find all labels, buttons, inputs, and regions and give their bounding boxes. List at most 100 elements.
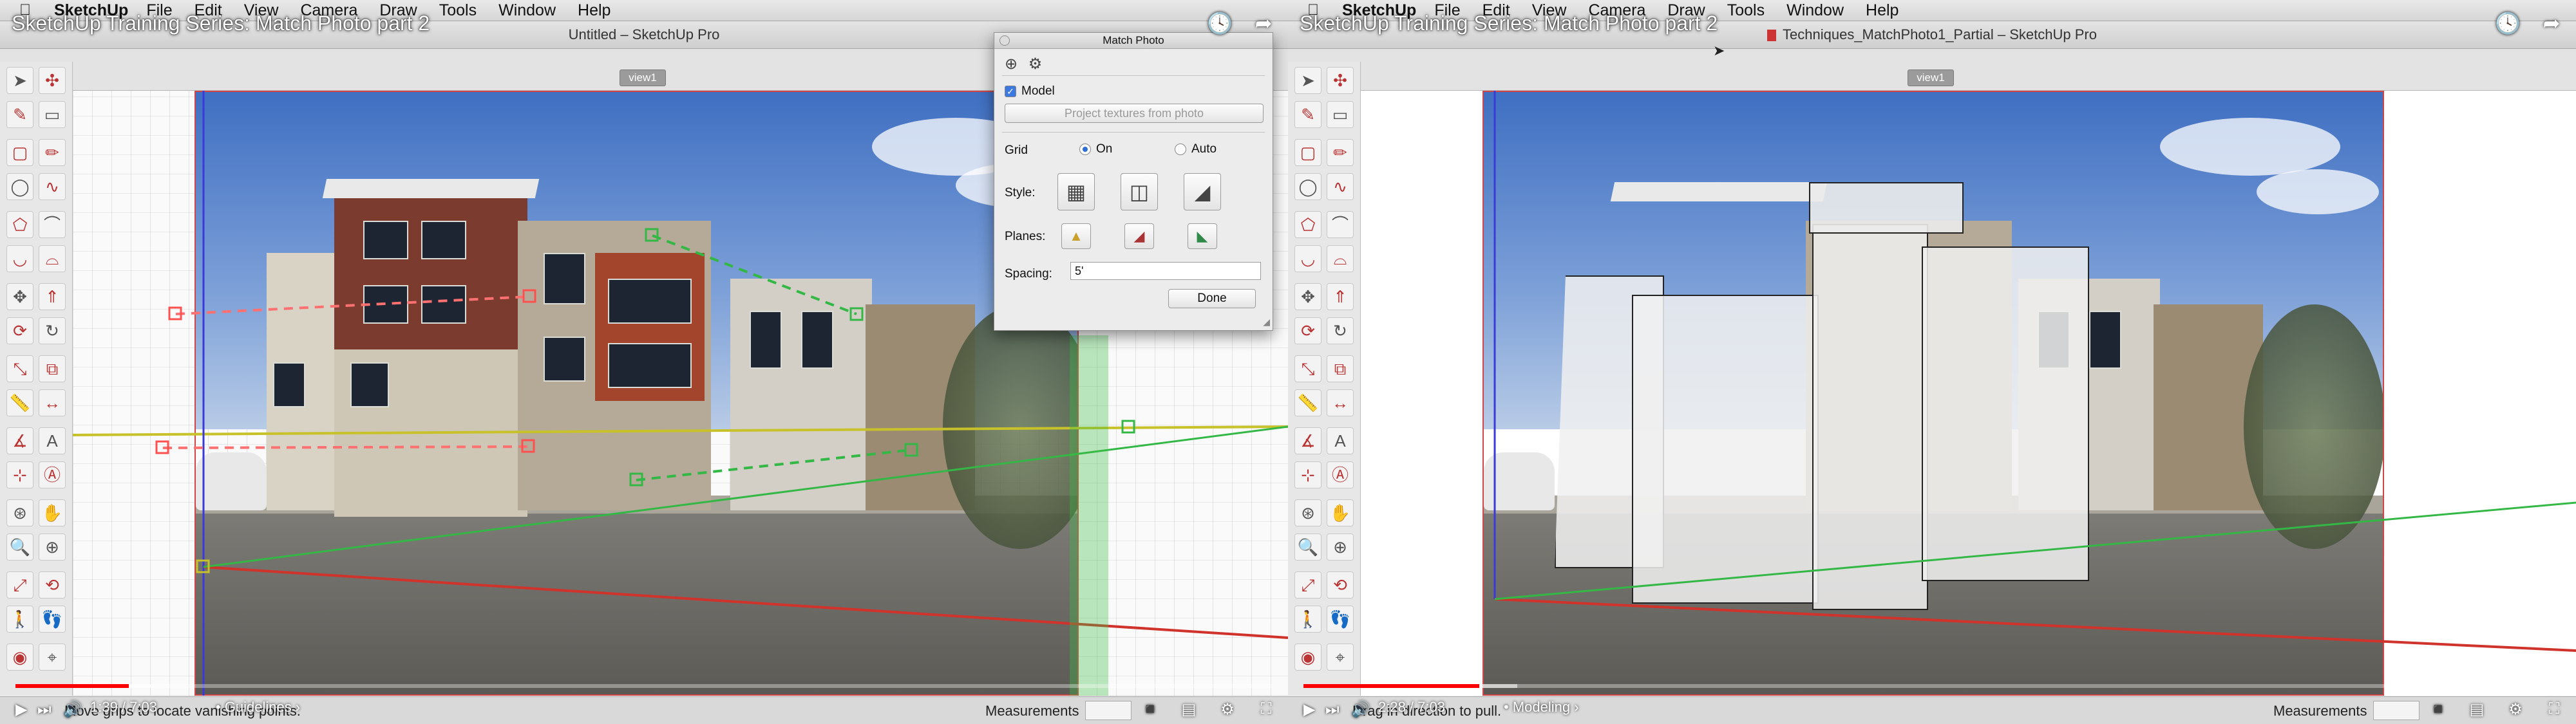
red-grip[interactable]	[522, 289, 536, 303]
captions-icon[interactable]: ▤	[1179, 700, 1199, 719]
push-pull-icon[interactable]: ⇑	[39, 283, 66, 310]
settings-icon[interactable]: ⚙	[1217, 700, 1238, 719]
walk-icon[interactable]: 🚶	[1294, 606, 1321, 633]
freehand-icon[interactable]: ∿	[1327, 173, 1354, 200]
look-around-icon[interactable]: ◉	[1294, 644, 1321, 671]
previous-icon[interactable]: ⟲	[1327, 571, 1354, 599]
spacing-input[interactable]: 5'	[1070, 262, 1261, 280]
video-progress-bar[interactable]	[1303, 684, 2561, 688]
eraser-icon[interactable]: ▭	[39, 101, 66, 128]
menu-tools[interactable]: Tools	[439, 1, 477, 20]
video-title[interactable]: SketchUp Training Series: Match Photo pa…	[1300, 12, 1718, 35]
scene-tab-view1[interactable]: view1	[1908, 70, 1954, 86]
look-around-icon[interactable]: ◉	[6, 644, 33, 671]
next-icon[interactable]: ⏭	[37, 698, 52, 721]
rotate-icon[interactable]: ⟳	[6, 317, 33, 344]
previous-icon[interactable]: ⟲	[39, 571, 66, 599]
zoom-icon[interactable]: 🔍	[6, 534, 33, 561]
footprint-icon[interactable]: 👣	[39, 606, 66, 633]
rectangle-icon[interactable]: ▢	[6, 139, 33, 166]
move-icon[interactable]: ✥	[6, 283, 33, 310]
add-photo-icon[interactable]: ⊕	[1005, 55, 1018, 73]
select-arrow-icon[interactable]: ➤	[6, 67, 33, 94]
circle-icon[interactable]: ◯	[1294, 173, 1321, 200]
model-checkbox[interactable]: ✓	[1005, 85, 1016, 97]
pencil-icon[interactable]: ✏	[1327, 139, 1354, 166]
video-chapter[interactable]: • Modeling ›	[1504, 699, 1579, 716]
push-pull-icon[interactable]: ⇑	[1327, 283, 1354, 310]
play-icon[interactable]: ▶	[1303, 698, 1315, 721]
menu-window[interactable]: Window	[498, 1, 556, 20]
zoom-extents-icon[interactable]: ⤢	[6, 571, 33, 599]
fullscreen-icon[interactable]: ⛶	[2544, 700, 2564, 719]
orbit-icon[interactable]: ⊛	[1294, 499, 1321, 526]
freehand-icon[interactable]: ∿	[39, 173, 66, 200]
paint-bucket-icon[interactable]: ✣	[1327, 67, 1354, 94]
pan-icon[interactable]: ✋	[39, 499, 66, 526]
move-icon[interactable]: ✥	[1294, 283, 1321, 310]
dimension-icon[interactable]: ↔	[39, 389, 66, 416]
captions-icon[interactable]: ▤	[2467, 700, 2487, 719]
arc2-icon[interactable]: ⌓	[39, 245, 66, 272]
video-title[interactable]: SketchUp Training Series: Match Photo pa…	[12, 12, 430, 35]
video-chapter[interactable]: • Guidelines ›	[216, 699, 300, 716]
dialog-close-icon[interactable]	[999, 35, 1010, 46]
shape-icon[interactable]: ◡	[1294, 245, 1321, 272]
autoplay-toggle-icon[interactable]: ◾	[2428, 700, 2448, 719]
paint-bucket-icon[interactable]: ✣	[39, 67, 66, 94]
rectangle-icon[interactable]: ▢	[1294, 139, 1321, 166]
arc-icon[interactable]: ⌒	[39, 211, 66, 238]
select-arrow-icon[interactable]: ➤	[1294, 67, 1321, 94]
axes-icon[interactable]: ⊹	[6, 461, 33, 488]
polygon-icon[interactable]: ⬠	[1294, 211, 1321, 238]
follow-me-icon[interactable]: ↻	[1327, 317, 1354, 344]
green-grip[interactable]	[645, 228, 659, 242]
plane-ground-button[interactable]: ▲	[1061, 223, 1091, 249]
pencil-icon[interactable]: ✏	[39, 139, 66, 166]
section-plane-icon[interactable]: ⌖	[39, 644, 66, 671]
zoom-extents-icon[interactable]: ⤢	[1294, 571, 1321, 599]
offset-icon[interactable]: ⧉	[1327, 355, 1354, 382]
zoom-window-icon[interactable]: ⊕	[1327, 534, 1354, 561]
axes-icon[interactable]: ⊹	[1294, 461, 1321, 488]
project-textures-button[interactable]: Project textures from photo	[1005, 104, 1264, 123]
pan-icon[interactable]: ✋	[1327, 499, 1354, 526]
arc-icon[interactable]: ⌒	[1327, 211, 1354, 238]
watch-later-icon[interactable]: 🕓	[2495, 12, 2521, 35]
fullscreen-icon[interactable]: ⛶	[1256, 700, 1276, 719]
offset-icon[interactable]: ⧉	[39, 355, 66, 382]
walk-icon[interactable]: 🚶	[6, 606, 33, 633]
menu-tools[interactable]: Tools	[1727, 1, 1765, 20]
footprint-icon[interactable]: 👣	[1327, 606, 1354, 633]
settings-icon[interactable]: ⚙	[2505, 700, 2526, 719]
watch-later-icon[interactable]: 🕓	[1207, 12, 1233, 35]
menu-help[interactable]: Help	[1866, 1, 1899, 20]
video-progress-bar[interactable]	[15, 684, 1273, 688]
share-icon[interactable]: ➦	[1252, 12, 1275, 35]
paint-icon[interactable]: ✎	[1294, 101, 1321, 128]
grid-auto-radio[interactable]	[1175, 143, 1186, 155]
grid-style-box-button[interactable]: ◫	[1121, 173, 1158, 210]
3d-text-icon[interactable]: Ⓐ	[1327, 461, 1354, 488]
protractor-icon[interactable]: ∡	[6, 427, 33, 454]
grid-style-wireframe-button[interactable]: ▦	[1057, 173, 1095, 210]
zoom-window-icon[interactable]: ⊕	[39, 534, 66, 561]
scale-icon[interactable]: ⤡	[1294, 355, 1321, 382]
drawing-viewport[interactable]	[1361, 91, 2576, 696]
paint-icon[interactable]: ✎	[6, 101, 33, 128]
menu-window[interactable]: Window	[1786, 1, 1844, 20]
next-icon[interactable]: ⏭	[1325, 698, 1340, 721]
section-plane-icon[interactable]: ⌖	[1327, 644, 1354, 671]
grid-style-plane-button[interactable]: ◢	[1184, 173, 1221, 210]
measurements-box[interactable]	[1085, 701, 1132, 720]
grid-on-radio[interactable]	[1079, 143, 1091, 155]
grid-on-option[interactable]: On	[1079, 142, 1112, 156]
scene-tab-view1[interactable]: view1	[620, 70, 666, 86]
orbit-icon[interactable]: ⊛	[6, 499, 33, 526]
settings-gear-icon[interactable]: ⚙	[1028, 55, 1043, 73]
arc2-icon[interactable]: ⌓	[1327, 245, 1354, 272]
resize-handle-icon[interactable]: ◢	[1263, 317, 1270, 328]
text-icon[interactable]: A	[39, 427, 66, 454]
text-icon[interactable]: A	[1327, 427, 1354, 454]
tape-measure-icon[interactable]: 📏	[6, 389, 33, 416]
